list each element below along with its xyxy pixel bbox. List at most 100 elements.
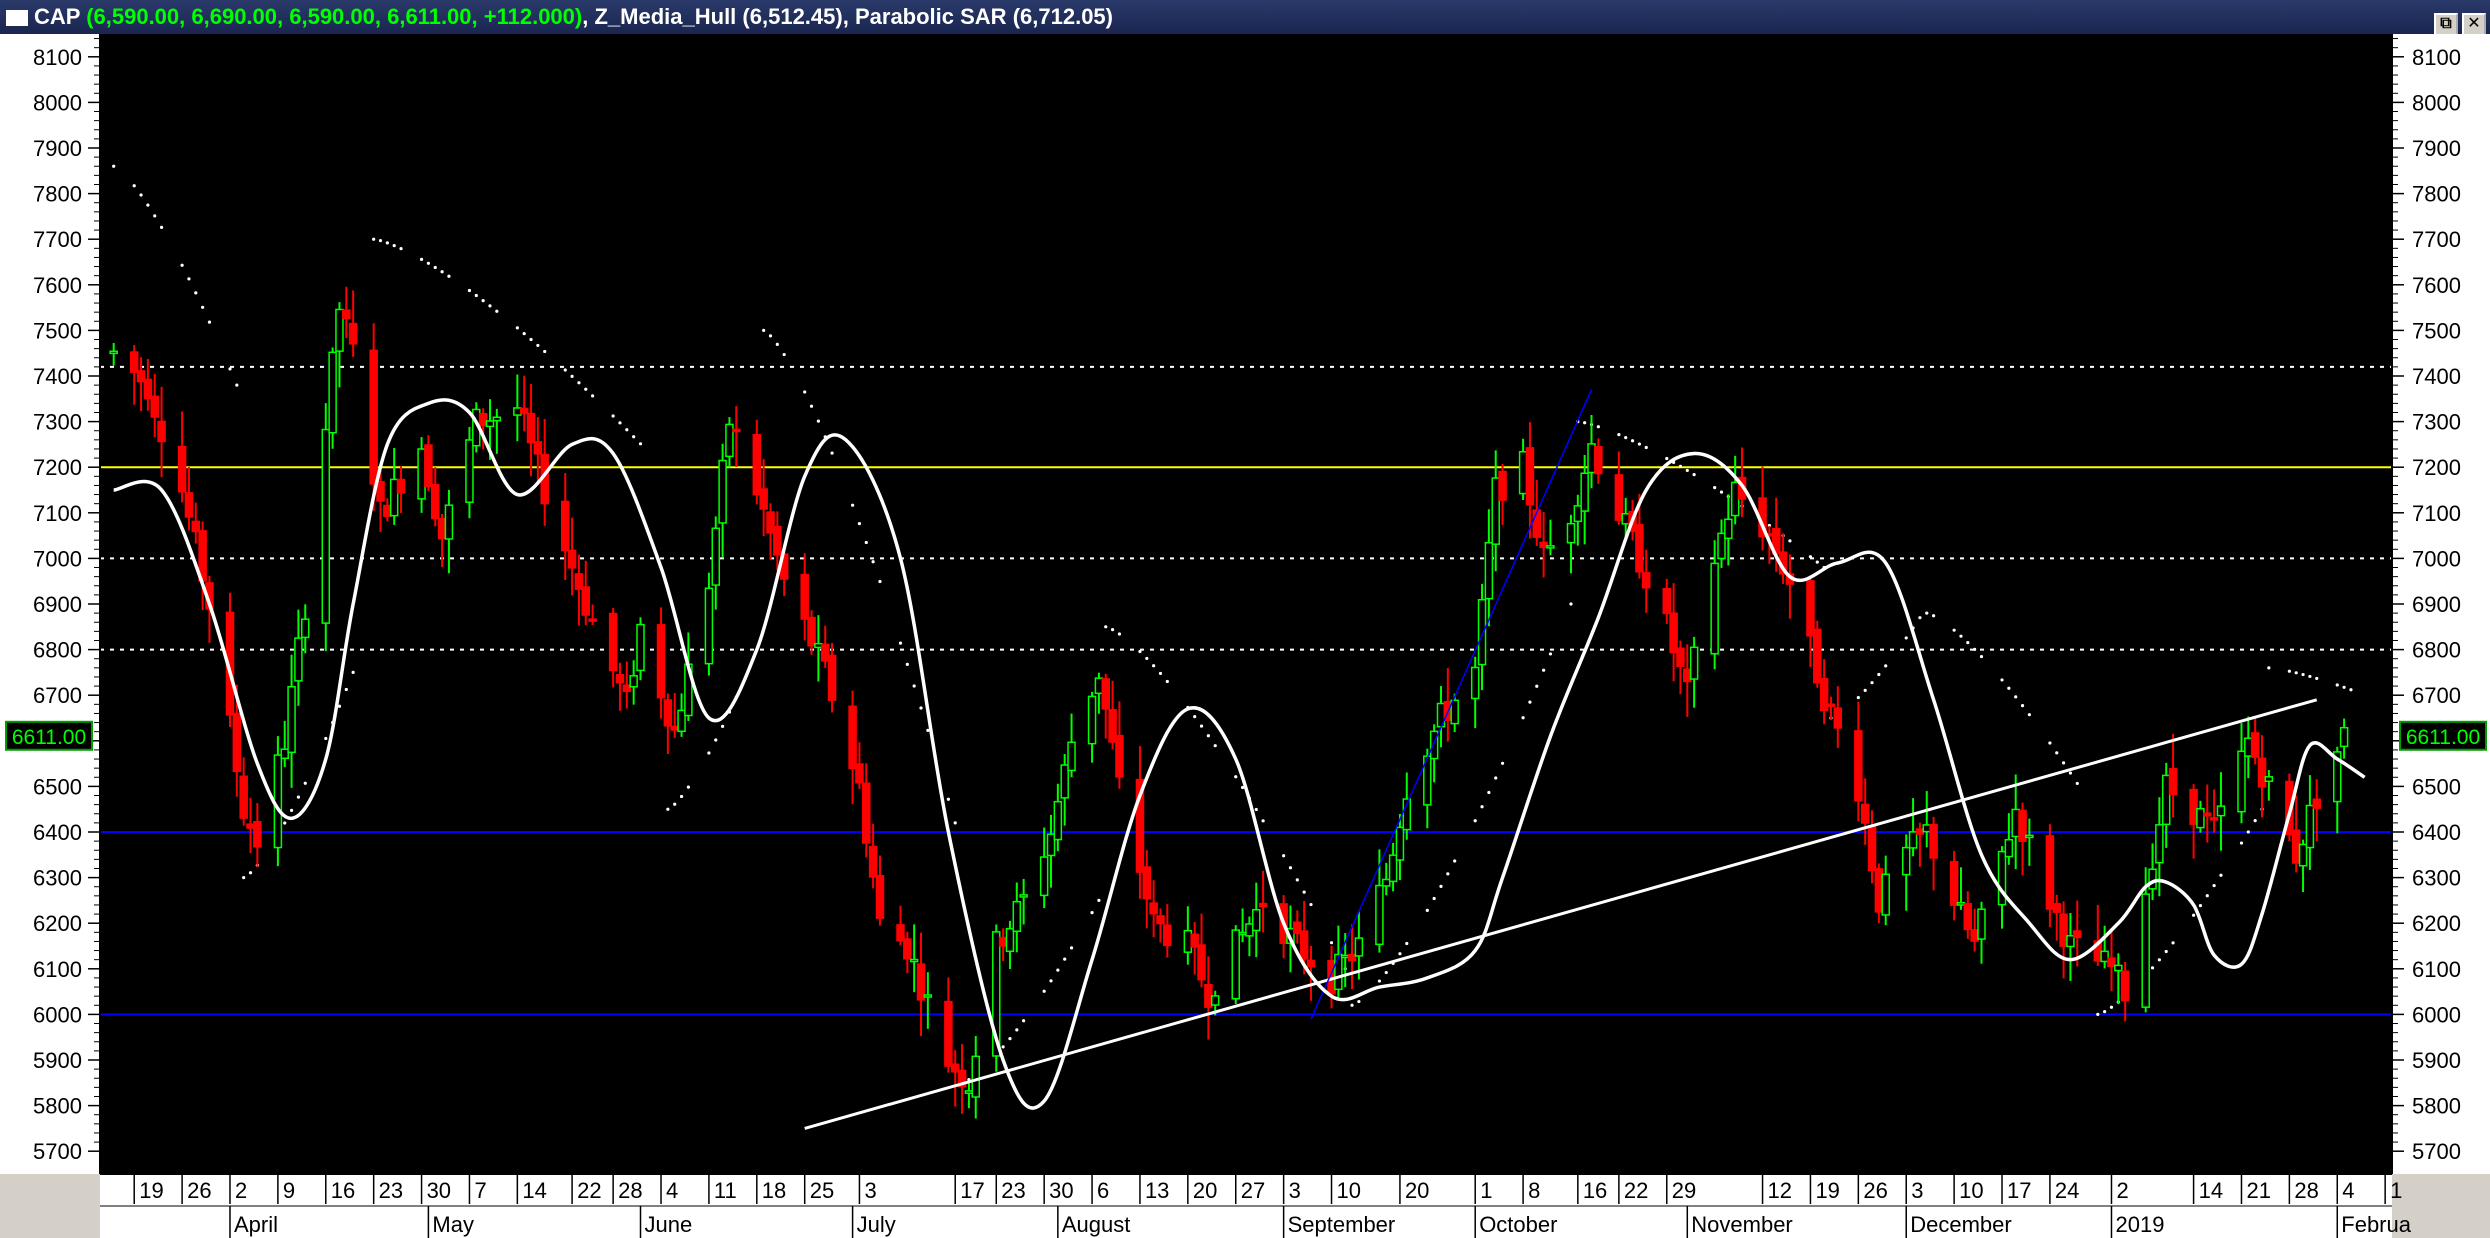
x-day-label-34: 3 [1911, 1178, 1923, 1203]
sar-dot-218 [2212, 883, 2216, 888]
candle-body-59 [677, 709, 686, 733]
candle-body-214 [2161, 774, 2171, 826]
y-tick-label-right-6300: 6300 [2412, 866, 2461, 891]
candle-body-164 [1683, 668, 1692, 683]
x-day-label-32: 19 [1815, 1178, 1839, 1203]
candle-body-56 [656, 624, 666, 699]
candle-body-46 [560, 500, 570, 552]
sar-dot-12 [235, 383, 239, 387]
sar-dot-6 [180, 263, 184, 267]
sar-dot-148 [1542, 668, 1546, 672]
candle-body-182 [1860, 803, 1870, 824]
candle-body-130 [1354, 937, 1364, 957]
candle-body-131 [1375, 884, 1384, 946]
candle-body-168 [1724, 518, 1733, 540]
x-day-label-1: 26 [187, 1178, 211, 1203]
sar-dot-115 [1234, 775, 1238, 779]
sar-dot-225 [2287, 669, 2291, 673]
sar-dot-104 [1117, 632, 1122, 636]
sar-dot-67 [768, 334, 773, 338]
candle-body-78 [862, 782, 871, 844]
x-day-label-39: 14 [2199, 1178, 2223, 1203]
sar-dot-227 [2301, 672, 2305, 677]
y-tick-label-left-8100: 8100 [33, 45, 82, 70]
sar-dot-119 [1261, 819, 1265, 823]
sar-dot-159 [1644, 445, 1648, 450]
y-tick-label-left-6700: 6700 [33, 683, 82, 708]
candle-body-161 [1662, 588, 1672, 615]
sar-dot-38 [481, 299, 485, 303]
candle-body-151 [1566, 522, 1576, 544]
sar-dot-86 [953, 821, 957, 825]
x-day-label-6: 30 [427, 1178, 451, 1203]
sar-dot-231 [2342, 685, 2346, 689]
candle-body-153 [1580, 472, 1589, 512]
sar-dot-78 [871, 560, 875, 564]
sar-dot-99 [1069, 946, 1074, 950]
candle-body-132 [1382, 878, 1391, 887]
candle-body-112 [1190, 933, 1199, 948]
candle-body-119 [1252, 909, 1261, 932]
x-day-label-0: 19 [139, 1178, 163, 1203]
y-tick-label-left-7400: 7400 [33, 364, 82, 389]
sar-dot-74 [830, 451, 834, 455]
candle-body-40 [492, 416, 502, 422]
candle-body-62 [711, 527, 721, 586]
x-day-label-25: 20 [1405, 1178, 1429, 1203]
candle-body-75 [827, 654, 837, 701]
y-tick-label-right-7600: 7600 [2412, 273, 2461, 298]
candle-body-41 [513, 407, 522, 416]
candle-body-227 [2291, 829, 2301, 864]
x-day-label-20: 13 [1145, 1178, 1169, 1203]
candle-body-97 [1046, 833, 1056, 857]
candle-body-111 [1183, 929, 1193, 953]
sar-dot-17 [283, 821, 287, 825]
candle-body-207 [2100, 950, 2109, 963]
sar-dot-175 [1808, 555, 1813, 559]
y-tick-label-left-6500: 6500 [33, 774, 82, 799]
sar-dot-224 [2267, 666, 2271, 670]
sar-dot-134 [1405, 941, 1409, 946]
sar-dot-141 [1480, 805, 1484, 809]
candle-body-115 [1210, 995, 1220, 1006]
candle-body-69 [773, 525, 782, 556]
candle-body-134 [1395, 826, 1405, 861]
y-tick-label-left-5900: 5900 [33, 1048, 82, 1073]
candle-body-216 [2189, 788, 2198, 825]
candle-body-86 [944, 1000, 953, 1067]
candle-body-195 [1977, 908, 1986, 940]
candle-body-105 [1115, 734, 1124, 778]
window-menu-icon[interactable] [6, 10, 28, 26]
candle-body-176 [1806, 580, 1815, 637]
sar-dot-185 [1904, 636, 1908, 640]
y-tick-label-right-6000: 6000 [2412, 1002, 2461, 1027]
x-month-label-1: May [432, 1212, 474, 1237]
y-tick-label-right-7400: 7400 [2412, 364, 2461, 389]
candle-body-34 [437, 517, 447, 540]
candle-body-24 [342, 309, 351, 320]
x-day-label-38: 2 [2116, 1178, 2128, 1203]
candle-body-200 [2025, 834, 2034, 839]
candle-body-84 [916, 963, 926, 1001]
sar-dot-47 [570, 374, 574, 378]
y-tick-label-left-6900: 6900 [33, 592, 82, 617]
sar-dot-7 [187, 277, 191, 281]
candle-body-94 [1012, 900, 1022, 933]
candle-body-99 [1060, 764, 1069, 799]
sar-dot-4 [153, 214, 157, 218]
candle-body-95 [1019, 894, 1028, 898]
sar-dot-136 [1432, 896, 1436, 901]
candle-body-212 [2148, 868, 2157, 890]
x-day-label-35: 10 [1959, 1178, 1983, 1203]
sar-dot-57 [673, 802, 677, 806]
x-day-label-9: 22 [577, 1178, 601, 1203]
sar-dot-137 [1439, 884, 1443, 888]
y-tick-label-right-8000: 8000 [2412, 90, 2461, 115]
x-day-label-41: 28 [2294, 1178, 2318, 1203]
x-day-label-43: 1 [2390, 1178, 2402, 1203]
sar-dot-70 [803, 390, 807, 394]
sar-dot-59 [686, 785, 690, 789]
window-buttons: ⧉ ✕ [2430, 4, 2486, 38]
candle-body-21 [321, 428, 331, 624]
price-chart[interactable]: 5700 5700 5800 5800 5900 5900 6000 6000 6100 6100… [0, 34, 2490, 1238]
